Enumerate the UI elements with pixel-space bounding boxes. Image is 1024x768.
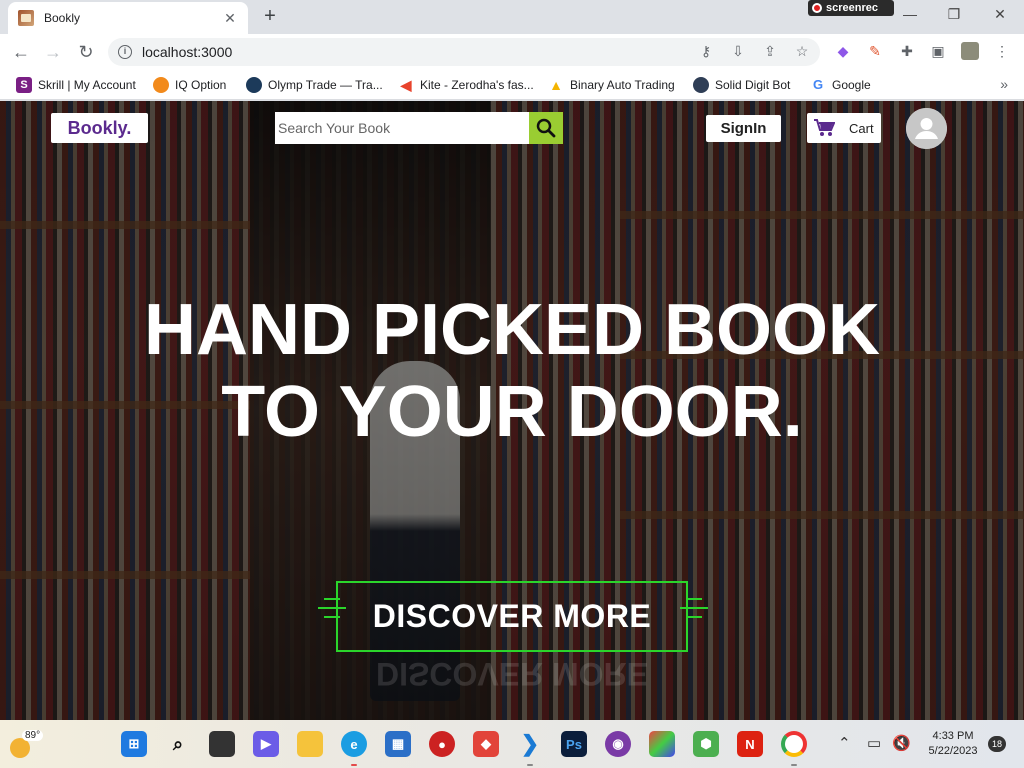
weather-sun-icon <box>10 738 30 758</box>
screenrec-app-icon[interactable]: ● <box>429 731 455 757</box>
headline-line-1: HAND PICKED BOOK <box>143 290 881 370</box>
discover-more-button[interactable]: DISCOVER MORE <box>336 581 688 652</box>
weather-widget[interactable]: 89° <box>10 730 44 758</box>
cart-label: Cart <box>849 120 874 136</box>
system-clock[interactable]: 4:33 PM 5/22/2023 <box>922 729 984 759</box>
page-viewport: Bookly. SignIn Cart HAND PICKED BOOK TO … <box>0 101 1024 720</box>
network-icon[interactable]: ▭ <box>867 734 881 752</box>
task-view-icon[interactable] <box>209 731 235 757</box>
browser-menu-icon[interactable]: ⋮ <box>993 42 1011 60</box>
signin-button[interactable]: SignIn <box>706 115 781 142</box>
new-tab-button[interactable]: + <box>258 6 282 28</box>
browser-toolbar: ← → ↻ i localhost:3000 ⚷ ⇩ ⇪ ☆ ◆ ✎ ✚ ▣ ⋮ <box>0 34 1024 70</box>
forward-arrow-icon[interactable]: → <box>42 41 64 63</box>
kite-icon: ◀ <box>400 77 412 93</box>
start-windows-icon[interactable]: ⊞ <box>121 731 147 757</box>
active-indicator <box>351 764 357 766</box>
user-silhouette-icon <box>906 108 947 149</box>
search-button[interactable] <box>529 112 563 144</box>
url-text: localhost:3000 <box>142 44 233 60</box>
cta-right-lines-decor <box>680 598 708 628</box>
hero-headline: HAND PICKED BOOK TO YOUR DOOR. <box>0 289 1024 453</box>
search-taskbar-icon[interactable]: ⌕ <box>165 731 191 757</box>
search-bar <box>275 112 563 144</box>
weather-temp: 89° <box>22 730 44 741</box>
solid-digit-bot-icon <box>693 77 709 93</box>
microsoft-store-icon[interactable]: ▦ <box>385 731 411 757</box>
nodejs-icon[interactable]: ⬢ <box>693 731 719 757</box>
teams-chat-icon[interactable]: ▶ <box>253 731 279 757</box>
record-dot-icon <box>812 3 822 13</box>
restore-window-icon[interactable]: ❐ <box>944 6 964 23</box>
bookmark-label: Kite - Zerodha's fas... <box>420 78 534 92</box>
clock-time: 4:33 PM <box>932 730 974 742</box>
bookly-favicon-icon <box>18 10 34 26</box>
bookmark-label: IQ Option <box>175 78 227 92</box>
file-explorer-icon[interactable] <box>297 731 323 757</box>
bookmark-skrill[interactable]: S Skrill | My Account <box>16 76 136 94</box>
install-app-icon[interactable]: ⇩ <box>729 42 747 60</box>
headline-line-2: TO YOUR DOOR. <box>221 372 803 452</box>
tab-close-icon[interactable]: ✕ <box>222 10 238 27</box>
bookly-logo[interactable]: Bookly. <box>51 113 148 143</box>
binary-auto-trading-icon: ▲ <box>549 77 563 93</box>
profile-avatar-icon[interactable] <box>961 42 979 60</box>
running-indicator <box>527 764 533 766</box>
bookmark-solid-digit-bot[interactable]: Solid Digit Bot <box>693 76 790 94</box>
tray-chevron-up-icon[interactable]: ⌃ <box>838 734 851 752</box>
iq-option-icon <box>153 77 169 93</box>
volume-muted-icon[interactable]: 🔇 <box>892 734 911 752</box>
bookmark-label: Skrill | My Account <box>38 78 136 92</box>
google-icon: G <box>812 77 824 92</box>
bookmark-star-icon[interactable]: ☆ <box>793 42 811 60</box>
skrill-icon: S <box>16 77 32 93</box>
bookmark-kite-zerodha[interactable]: ◀ Kite - Zerodha's fas... <box>398 76 534 94</box>
close-window-icon[interactable]: ✕ <box>990 6 1010 23</box>
tab-title: Bookly <box>44 11 81 25</box>
reload-icon[interactable]: ↻ <box>75 41 97 63</box>
cart-button[interactable]: Cart <box>807 113 881 143</box>
search-icon <box>536 118 556 138</box>
chrome-icon[interactable] <box>781 731 807 757</box>
more-bookmarks-chevron-icon[interactable]: » <box>1000 76 1008 92</box>
bookmark-google[interactable]: G Google <box>810 76 871 94</box>
clock-date: 5/22/2023 <box>928 745 978 757</box>
minimize-window-icon[interactable]: — <box>900 6 920 22</box>
olymp-trade-icon <box>246 77 262 93</box>
screenrec-label: screenrec <box>826 2 878 14</box>
browser-tab-bookly[interactable]: Bookly ✕ <box>8 2 248 34</box>
shopping-cart-icon <box>814 119 835 136</box>
photoshop-icon[interactable]: Ps <box>561 731 587 757</box>
bookmark-label: Binary Auto Trading <box>570 78 675 92</box>
share-icon[interactable]: ⇪ <box>761 42 779 60</box>
bookmarks-bar: S Skrill | My Account IQ Option Olymp Tr… <box>0 70 1024 100</box>
extensions-puzzle-icon[interactable]: ✚ <box>898 42 916 60</box>
bookmark-binary-auto-trading[interactable]: ▲ Binary Auto Trading <box>548 76 675 94</box>
back-arrow-icon[interactable]: ← <box>10 41 32 63</box>
side-panel-icon[interactable]: ▣ <box>929 42 947 60</box>
browser-tab-strip: Bookly ✕ + screenrec — ❐ ✕ <box>0 0 1024 34</box>
running-indicator <box>791 764 797 766</box>
color-picker-icon[interactable]: ✎ <box>866 42 884 60</box>
multicolor-app-icon[interactable] <box>649 731 675 757</box>
bookmark-olymp-trade[interactable]: Olymp Trade — Tra... <box>246 76 383 94</box>
bookmark-iq-option[interactable]: IQ Option <box>153 76 226 94</box>
key-icon[interactable]: ⚷ <box>697 42 715 60</box>
anydesk-icon[interactable]: ◆ <box>473 731 499 757</box>
bookmark-label: Olymp Trade — Tra... <box>268 78 383 92</box>
notification-badge[interactable]: 18 <box>988 736 1006 752</box>
search-input[interactable] <box>275 112 529 144</box>
vscode-icon[interactable]: ❯ <box>517 731 543 757</box>
screenrec-badge: screenrec <box>808 0 894 16</box>
bookmark-label: Google <box>832 78 871 92</box>
n-app-icon[interactable]: N <box>737 731 763 757</box>
user-avatar-icon[interactable] <box>906 108 947 149</box>
extension-gradient-icon[interactable]: ◆ <box>834 42 852 60</box>
cta-reflection: DISCOVER MORE <box>375 656 649 692</box>
windows-taskbar: 89° ⊞ ⌕ ▶ e ▦ ● ◆ ❯ Ps ◉ ⬢ N ⌃ ▭ 🔇 4:33 … <box>0 720 1024 768</box>
edge-icon[interactable]: e <box>341 731 367 757</box>
github-desktop-icon[interactable]: ◉ <box>605 731 631 757</box>
bookmark-label: Solid Digit Bot <box>715 78 791 92</box>
site-info-icon[interactable]: i <box>118 45 132 59</box>
